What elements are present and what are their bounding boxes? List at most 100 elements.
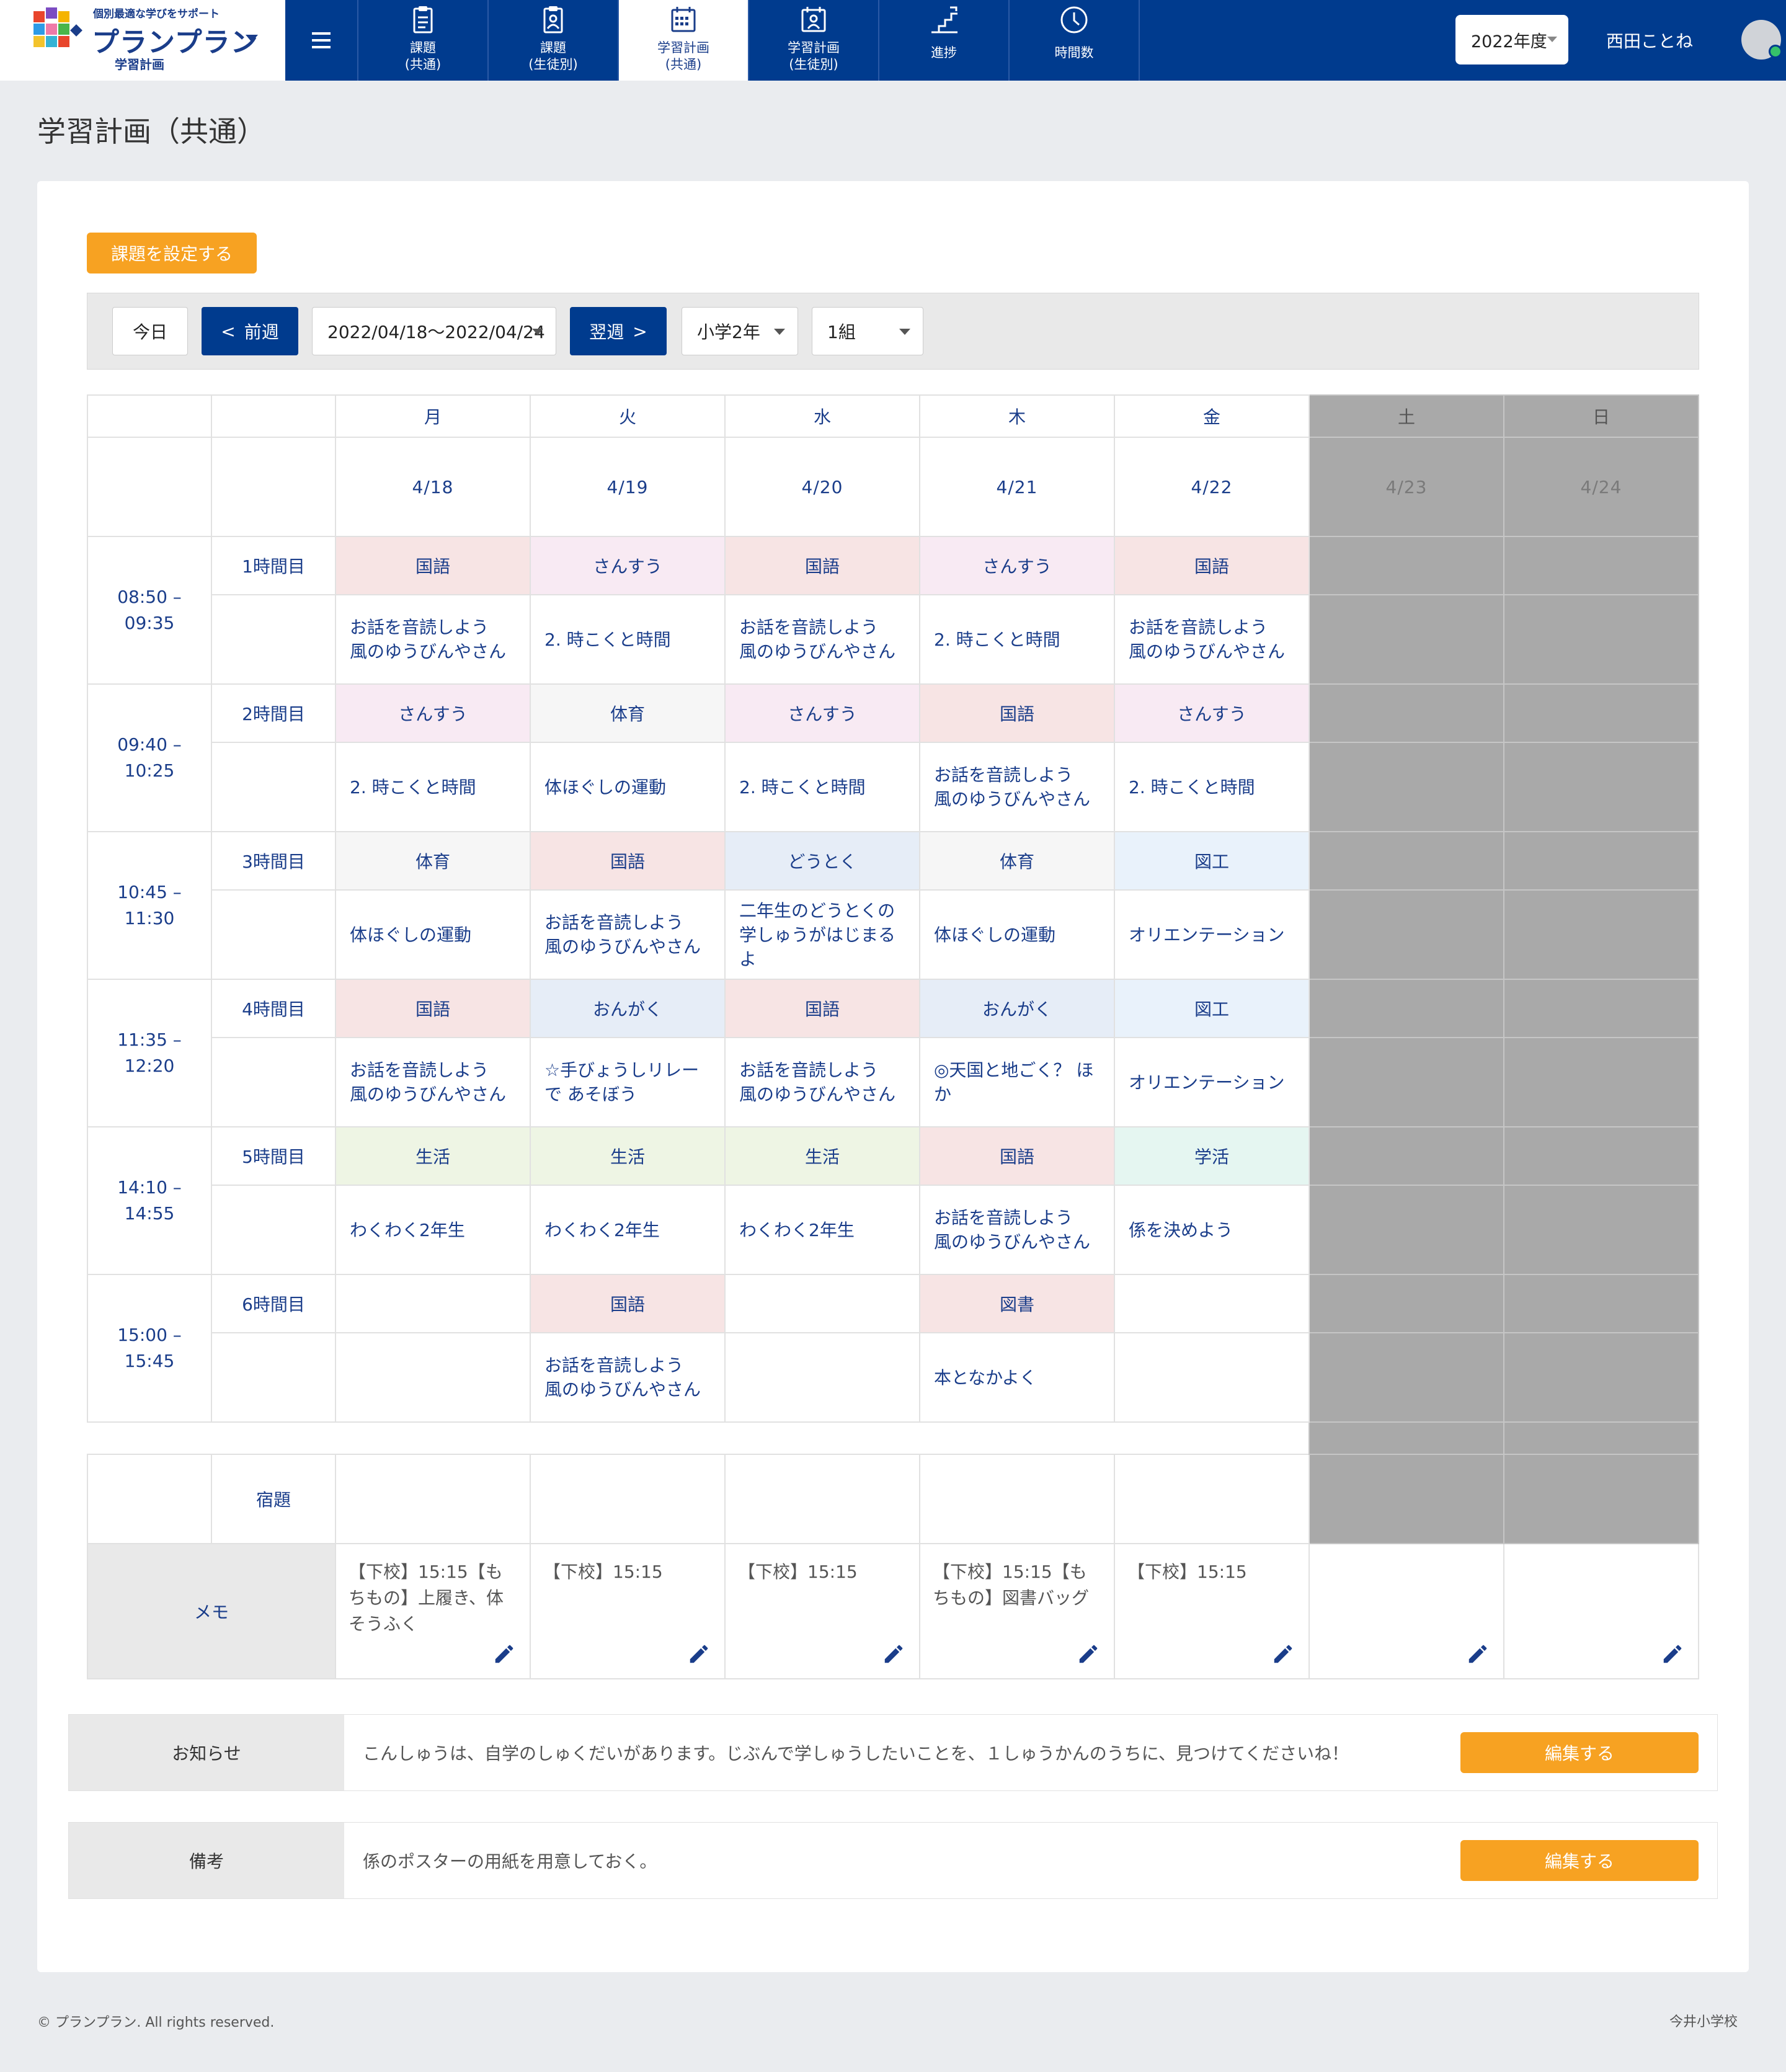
tab-progress[interactable]: 進捗 bbox=[879, 0, 1010, 81]
topic-cell[interactable]: わくわく2年生 bbox=[724, 1185, 920, 1275]
topic-cell[interactable]: わくわく2年生 bbox=[530, 1185, 726, 1275]
subject-cell[interactable]: どうとく bbox=[724, 831, 920, 891]
topic-cell[interactable] bbox=[1114, 1332, 1310, 1423]
topic-cell[interactable]: 本となかよく bbox=[919, 1332, 1115, 1423]
topic-cell[interactable]: お話を音読しよう 風のゆうびんやさん bbox=[724, 1037, 920, 1127]
subject-cell[interactable]: 図書 bbox=[919, 1274, 1115, 1333]
date-header[interactable]: 4/20 bbox=[724, 437, 920, 537]
chevron-down-icon[interactable] bbox=[246, 35, 258, 42]
set-task-button[interactable]: 課題を設定する bbox=[87, 233, 257, 273]
subject-cell[interactable]: 国語 bbox=[530, 831, 726, 891]
subject-cell[interactable]: 体育 bbox=[530, 683, 726, 743]
subject-cell[interactable]: 国語 bbox=[335, 536, 531, 595]
homework-cell[interactable] bbox=[335, 1454, 531, 1544]
subject-cell[interactable]: 国語 bbox=[724, 979, 920, 1038]
tab-plan-individual[interactable]: 学習計画 (生徒別) bbox=[749, 0, 879, 81]
year-select[interactable]: 2022年度 bbox=[1455, 15, 1568, 64]
subject-cell[interactable]: 体育 bbox=[919, 831, 1115, 891]
date-range-select[interactable]: 2022/04/18〜2022/04/24 bbox=[312, 307, 556, 355]
pencil-icon[interactable] bbox=[1271, 1642, 1295, 1666]
pencil-icon[interactable] bbox=[1661, 1642, 1684, 1666]
topic-cell[interactable]: 2. 時こくと時間 bbox=[919, 594, 1115, 685]
homework-cell[interactable] bbox=[530, 1454, 726, 1544]
topic-cell[interactable]: 体ほぐしの運動 bbox=[530, 742, 726, 832]
date-header[interactable]: 4/22 bbox=[1114, 437, 1310, 537]
pencil-icon[interactable] bbox=[492, 1642, 516, 1666]
homework-cell[interactable] bbox=[724, 1454, 920, 1544]
topic-cell[interactable]: お話を音読しよう 風のゆうびんやさん bbox=[724, 594, 920, 685]
subject-cell[interactable]: さんすう bbox=[335, 683, 531, 743]
pencil-icon[interactable] bbox=[1077, 1642, 1100, 1666]
subject-cell[interactable] bbox=[335, 1274, 531, 1333]
date-header[interactable]: 4/23 bbox=[1308, 437, 1504, 537]
date-header[interactable]: 4/21 bbox=[919, 437, 1115, 537]
menu-button[interactable] bbox=[285, 0, 358, 81]
avatar[interactable] bbox=[1741, 20, 1782, 60]
subject-cell[interactable]: おんがく bbox=[919, 979, 1115, 1038]
subject-cell[interactable]: 国語 bbox=[335, 979, 531, 1038]
topic-cell[interactable]: お話を音読しよう 風のゆうびんやさん bbox=[919, 1185, 1115, 1275]
date-header[interactable]: 4/19 bbox=[530, 437, 726, 537]
notice-edit-button[interactable]: 編集する bbox=[1460, 1732, 1699, 1773]
subject-cell[interactable]: さんすう bbox=[724, 683, 920, 743]
class-select[interactable]: 1組 bbox=[812, 307, 923, 355]
homework-cell[interactable] bbox=[919, 1454, 1115, 1544]
subject-cell[interactable]: おんがく bbox=[530, 979, 726, 1038]
date-header[interactable]: 4/24 bbox=[1503, 437, 1699, 537]
pencil-icon[interactable] bbox=[687, 1642, 711, 1666]
tab-task-individual[interactable]: 課題 (生徒別) bbox=[489, 0, 619, 81]
subject-cell[interactable]: 生活 bbox=[724, 1126, 920, 1186]
topic-cell[interactable] bbox=[724, 1332, 920, 1423]
subject-cell[interactable]: 国語 bbox=[530, 1274, 726, 1333]
tab-plan-common[interactable]: 学習計画 (共通) bbox=[619, 0, 749, 81]
topic-cell[interactable]: 2. 時こくと時間 bbox=[335, 742, 531, 832]
subject-cell[interactable] bbox=[724, 1274, 920, 1333]
remarks-edit-button[interactable]: 編集する bbox=[1460, 1840, 1699, 1881]
prev-week-button[interactable]: < 前週 bbox=[202, 307, 298, 355]
subject-cell[interactable]: 国語 bbox=[724, 536, 920, 595]
subject-cell[interactable]: さんすう bbox=[919, 536, 1115, 595]
next-week-button[interactable]: 翌週 > bbox=[570, 307, 667, 355]
user-name[interactable]: 西田ことね bbox=[1606, 28, 1693, 53]
topic-cell[interactable]: お話を音読しよう 風のゆうびんやさん bbox=[530, 889, 726, 980]
topic-cell[interactable]: 二年生のどうとくの 学しゅうがはじまる よ bbox=[724, 889, 920, 980]
subject-cell[interactable]: 生活 bbox=[530, 1126, 726, 1186]
topic-cell[interactable]: わくわく2年生 bbox=[335, 1185, 531, 1275]
pencil-icon[interactable] bbox=[1466, 1642, 1490, 1666]
topic-cell[interactable]: 係を決めよう bbox=[1114, 1185, 1310, 1275]
subject-cell[interactable]: 国語 bbox=[919, 1126, 1115, 1186]
subject-cell[interactable]: 図工 bbox=[1114, 831, 1310, 891]
topic-cell[interactable] bbox=[335, 1332, 531, 1423]
tab-task-common[interactable]: 課題 (共通) bbox=[358, 0, 489, 81]
tab-hours[interactable]: 時間数 bbox=[1010, 0, 1140, 81]
topic-cell[interactable]: 2. 時こくと時間 bbox=[530, 594, 726, 685]
today-button[interactable]: 今日 bbox=[112, 307, 188, 355]
topic-cell[interactable]: 2. 時こくと時間 bbox=[724, 742, 920, 832]
topic-cell[interactable]: お話を音読しよう 風のゆうびんやさん bbox=[919, 742, 1115, 832]
subject-cell[interactable]: 生活 bbox=[335, 1126, 531, 1186]
topic-cell[interactable]: お話を音読しよう 風のゆうびんやさん bbox=[335, 594, 531, 685]
subject-cell[interactable] bbox=[1114, 1274, 1310, 1333]
subject-cell[interactable]: 国語 bbox=[919, 683, 1115, 743]
topic-cell[interactable]: お話を音読しよう 風のゆうびんやさん bbox=[335, 1037, 531, 1127]
topic-cell[interactable]: 2. 時こくと時間 bbox=[1114, 742, 1310, 832]
homework-cell[interactable] bbox=[1114, 1454, 1310, 1544]
subject-cell[interactable]: さんすう bbox=[530, 536, 726, 595]
topic-cell[interactable]: オリエンテーション bbox=[1114, 889, 1310, 980]
subject-cell[interactable]: 体育 bbox=[335, 831, 531, 891]
topic-cell[interactable]: オリエンテーション bbox=[1114, 1037, 1310, 1127]
pencil-icon[interactable] bbox=[882, 1642, 905, 1666]
subject-cell[interactable]: 学活 bbox=[1114, 1126, 1310, 1186]
grade-select[interactable]: 小学2年 bbox=[682, 307, 798, 355]
topic-cell[interactable]: ☆手びょうしリレー で あそぼう bbox=[530, 1037, 726, 1127]
app-logo[interactable]: 個別最適な学びをサポート プランプラン 学習計画 bbox=[0, 0, 285, 81]
topic-cell[interactable]: お話を音読しよう 風のゆうびんやさん bbox=[1114, 594, 1310, 685]
date-header[interactable]: 4/18 bbox=[335, 437, 531, 537]
subject-cell[interactable]: 図工 bbox=[1114, 979, 1310, 1038]
topic-cell[interactable]: 体ほぐしの運動 bbox=[919, 889, 1115, 980]
topic-cell[interactable]: お話を音読しよう 風のゆうびんやさん bbox=[530, 1332, 726, 1423]
subject-cell[interactable]: さんすう bbox=[1114, 683, 1310, 743]
topic-cell[interactable]: 体ほぐしの運動 bbox=[335, 889, 531, 980]
topic-cell[interactable]: ◎天国と地ごく？ ほ か bbox=[919, 1037, 1115, 1127]
subject-cell[interactable]: 国語 bbox=[1114, 536, 1310, 595]
